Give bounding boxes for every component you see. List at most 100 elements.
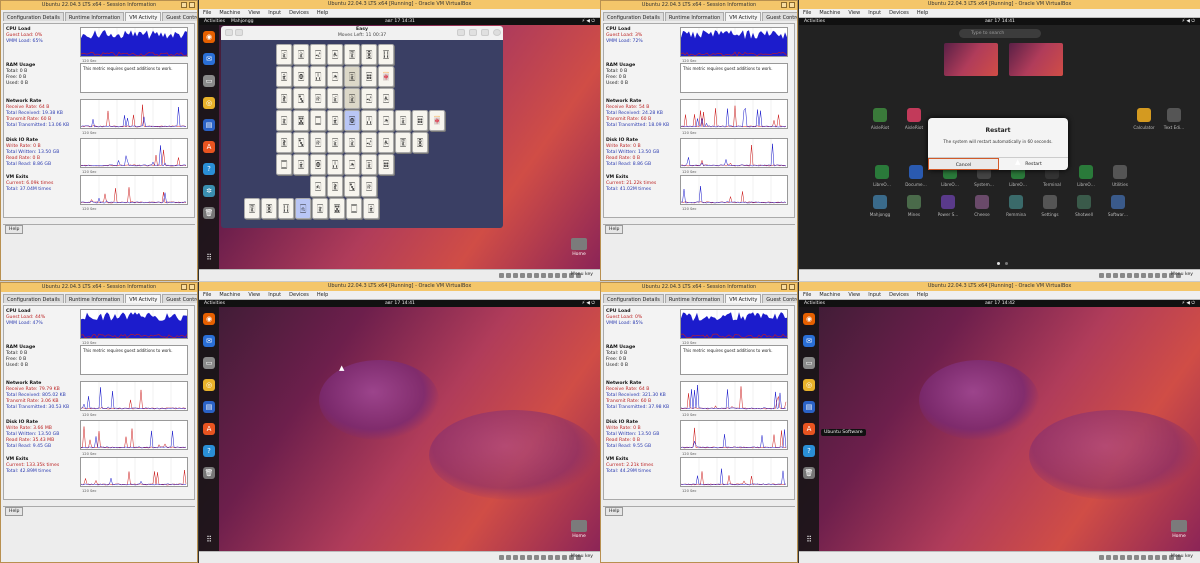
files-icon[interactable]: ▭ (203, 357, 215, 369)
mahjong-tile[interactable]: 🀆 (346, 198, 362, 219)
mahjong-tile[interactable]: 🀂 (327, 66, 343, 87)
mahjong-tile[interactable]: 🀆 (310, 110, 326, 131)
status-indicator-icon[interactable] (555, 273, 560, 278)
mahjong-tile[interactable]: 🀛 (293, 132, 309, 153)
tab-guest-control[interactable]: Guest Control (762, 294, 797, 303)
app-grid-icon[interactable] (1077, 195, 1091, 209)
mahjong-tile[interactable]: 🀍 (312, 198, 328, 219)
minimize-window-icon[interactable] (181, 2, 187, 8)
status-indicator-icon[interactable] (1141, 273, 1146, 278)
mahjong-tile[interactable]: 🀙 (293, 66, 309, 87)
menu-view[interactable]: View (248, 291, 260, 299)
trash-icon[interactable]: 🗑 (803, 467, 815, 479)
mahjong-tile[interactable]: 🀀 (327, 44, 343, 65)
mahjong-tile[interactable]: 🀌 (344, 66, 360, 87)
tab-configuration-details[interactable]: Configuration Details (3, 12, 64, 21)
mahjong-tile[interactable]: 🀉 (327, 110, 343, 131)
app-grid-icon[interactable] (873, 108, 887, 122)
mahjong-tile[interactable]: 🀜 (378, 154, 394, 175)
trash-icon[interactable]: 🗑 (203, 467, 215, 479)
mahjong-tile[interactable]: 🀚 (361, 44, 377, 65)
app-grid-icon[interactable] (875, 165, 889, 179)
status-indicator-icon[interactable] (1099, 273, 1104, 278)
status-indicator-icon[interactable] (1120, 273, 1125, 278)
mahjong-tile[interactable]: 🀚 (412, 132, 428, 153)
libreoffice-writer-icon[interactable]: ▤ (803, 401, 815, 413)
mahjong-tile[interactable]: 🀎 (344, 132, 360, 153)
menu-file[interactable]: File (803, 291, 811, 299)
app-grid-icon[interactable] (1137, 108, 1151, 122)
app-grid-icon[interactable] (909, 165, 923, 179)
close-button[interactable] (493, 29, 501, 36)
mahjong-tile[interactable]: 🀅 (310, 88, 326, 109)
help-button[interactable]: Help (5, 225, 24, 234)
clock[interactable]: авг 17 14:41 (799, 18, 1200, 25)
mahjong-tile[interactable]: 🀄 (429, 110, 445, 131)
mahjong-tile[interactable]: 🀇 (327, 88, 343, 109)
tab-guest-control[interactable]: Guest Control (162, 294, 197, 303)
status-indicator-icon[interactable] (541, 273, 546, 278)
minimize-window-icon[interactable] (181, 284, 187, 290)
menu-input[interactable]: Input (868, 9, 881, 17)
workspace-thumbnail[interactable] (1009, 43, 1063, 76)
mahjong-tile[interactable]: 🀋 (276, 88, 292, 109)
status-indicator-icon[interactable] (562, 555, 567, 560)
mahjong-tile[interactable]: 🀍 (276, 110, 292, 131)
close-window-icon[interactable] (789, 2, 795, 8)
status-indicator-icon[interactable] (1155, 555, 1160, 560)
menu-file[interactable]: File (803, 9, 811, 17)
mahjong-tile[interactable]: 🀄 (378, 66, 394, 87)
menu-help[interactable]: Help (317, 9, 328, 17)
mahjong-tile[interactable]: 🀎 (293, 44, 309, 65)
close-window-icon[interactable] (789, 284, 795, 290)
status-indicator-icon[interactable] (1148, 555, 1153, 560)
menu-machine[interactable]: Machine (219, 291, 240, 299)
rhythmbox-icon[interactable]: ◎ (203, 379, 215, 391)
app-grid-icon[interactable] (1043, 195, 1057, 209)
firefox-icon[interactable]: ◉ (203, 313, 215, 325)
mahjong-tile[interactable]: 🀝 (329, 198, 345, 219)
menu-machine[interactable]: Machine (819, 9, 840, 17)
tab-guest-control[interactable]: Guest Control (762, 12, 797, 21)
menu-machine[interactable]: Machine (819, 291, 840, 299)
menu-button[interactable] (457, 29, 465, 36)
tab-configuration-details[interactable]: Configuration Details (3, 294, 64, 303)
tab-runtime-information[interactable]: Runtime Information (664, 12, 725, 21)
mahjong-tile[interactable]: 🀊 (244, 198, 260, 219)
files-icon[interactable]: ▭ (803, 357, 815, 369)
mahjong-tile[interactable]: 🀀 (378, 88, 394, 109)
rhythmbox-icon[interactable]: ◎ (803, 379, 815, 391)
menu-input[interactable]: Input (268, 291, 281, 299)
close-window-icon[interactable] (189, 2, 195, 8)
ubuntu-software-icon[interactable]: A (203, 423, 215, 435)
mahjong-tile[interactable]: 🀌 (361, 154, 377, 175)
minimize-window-icon[interactable] (781, 284, 787, 290)
clock[interactable]: авг 17 14:42 (799, 300, 1200, 307)
help-button[interactable]: Help (605, 507, 624, 516)
menu-devices[interactable]: Devices (289, 9, 309, 17)
app-grid-icon[interactable] (1113, 165, 1127, 179)
system-menu-icons[interactable]: ⚡ ◀ ⏻ (582, 300, 595, 307)
tab-configuration-details[interactable]: Configuration Details (603, 294, 664, 303)
hint-button[interactable] (469, 29, 477, 36)
status-indicator-icon[interactable] (527, 273, 532, 278)
menu-help[interactable]: Help (917, 291, 928, 299)
tab-runtime-information[interactable]: Runtime Information (664, 294, 725, 303)
mahjong-tile[interactable]: 🀒 (361, 110, 377, 131)
trash-icon[interactable]: 🗑 (203, 207, 215, 219)
help-icon[interactable]: ? (803, 445, 815, 457)
mahjong-tile[interactable]: 🀛 (344, 176, 360, 197)
menu-view[interactable]: View (248, 9, 260, 17)
tab-vm-activity[interactable]: VM Activity (725, 294, 762, 303)
menu-help[interactable]: Help (917, 9, 928, 17)
app-grid-icon[interactable] (907, 108, 921, 122)
app-grid-icon[interactable] (1009, 195, 1023, 209)
system-menu-icons[interactable]: ⚡ ◀ ⏻ (582, 18, 595, 25)
mahjong-tile[interactable]: 🀐 (310, 44, 326, 65)
clock[interactable]: авг 17 14:41 (199, 300, 600, 307)
libreoffice-writer-icon[interactable]: ▤ (203, 119, 215, 131)
menu-devices[interactable]: Devices (889, 291, 909, 299)
minimize-window-icon[interactable] (781, 2, 787, 8)
show-applications-icon[interactable]: ⠿ (203, 534, 215, 546)
status-indicator-icon[interactable] (1113, 273, 1118, 278)
